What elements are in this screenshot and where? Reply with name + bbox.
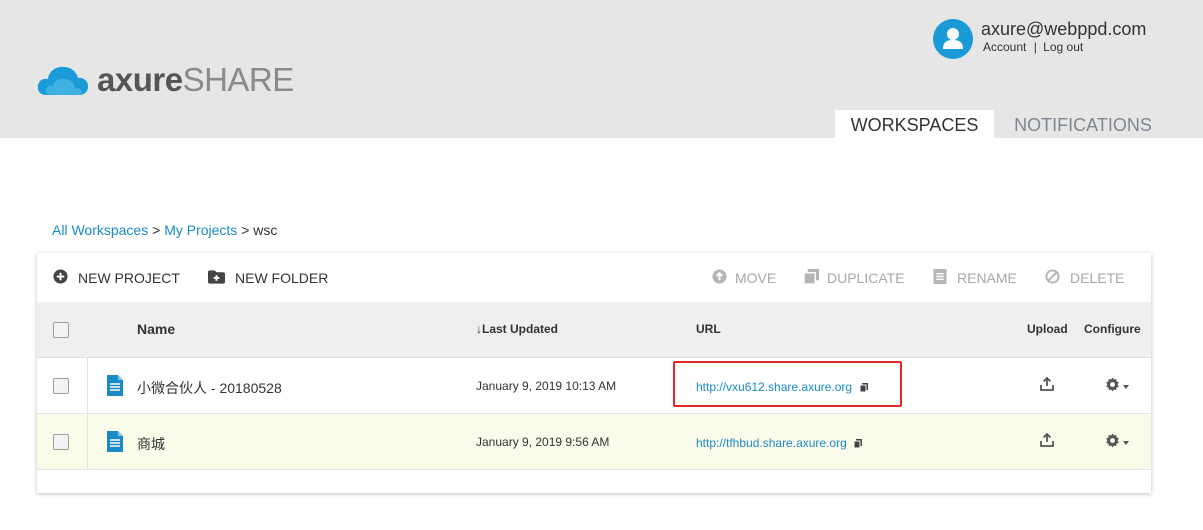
file-icon (107, 431, 123, 457)
cloud-logo-icon (37, 66, 89, 95)
rename-icon (933, 269, 947, 287)
delete-label: DELETE (1070, 270, 1125, 286)
row-divider (87, 358, 88, 413)
move-icon (712, 269, 727, 287)
new-project-button[interactable]: NEW PROJECT (53, 268, 180, 288)
new-project-label: NEW PROJECT (78, 270, 180, 286)
configure-gear-button[interactable] (1105, 433, 1129, 448)
project-url-link[interactable]: http://tfhbud.share.axure.org (696, 436, 847, 450)
projects-card: NEW PROJECT NEW FOLDER MOVE DUPLICATE RE… (37, 253, 1151, 493)
delete-button[interactable]: DELETE (1045, 268, 1124, 288)
table-header: Name ↓Last Updated URL Upload Configure (37, 302, 1151, 358)
axure-share-logo[interactable]: axureSHARE (37, 60, 294, 100)
table-row[interactable]: 小微合伙人 - 20180528 January 9, 2019 10:13 A… (37, 358, 1151, 414)
column-last-updated-label: Last Updated (482, 322, 559, 336)
project-last-updated: January 9, 2019 10:13 AM (476, 379, 617, 393)
breadcrumb: All Workspaces > My Projects > wsc (52, 222, 277, 238)
duplicate-icon (803, 269, 819, 287)
project-last-updated: January 9, 2019 9:56 AM (476, 435, 610, 449)
caret-down-icon (1123, 385, 1129, 389)
project-name[interactable]: 小微合伙人 - 20180528 (137, 378, 282, 398)
duplicate-label: DUPLICATE (827, 270, 905, 286)
column-name-header[interactable]: Name (137, 321, 175, 337)
breadcrumb-separator: > (152, 222, 161, 238)
delete-icon (1045, 269, 1060, 287)
logo-share-text: SHARE (182, 61, 295, 98)
user-links: Account | Log out (983, 40, 1083, 54)
breadcrumb-separator: > (241, 222, 250, 238)
column-configure-header: Configure (1084, 322, 1141, 336)
breadcrumb-current: wsc (253, 222, 278, 238)
duplicate-button[interactable]: DUPLICATE (803, 268, 905, 288)
logo-axure-text: axure (97, 61, 183, 98)
upload-icon[interactable] (1040, 376, 1054, 396)
file-icon (107, 375, 123, 401)
user-links-separator: | (1033, 40, 1037, 54)
logout-link[interactable]: Log out (1043, 40, 1083, 54)
gear-icon (1106, 377, 1119, 392)
select-all-checkbox[interactable] (53, 322, 69, 338)
upload-icon[interactable] (1040, 432, 1054, 452)
user-avatar-icon (943, 28, 963, 49)
configure-gear-button[interactable] (1105, 377, 1129, 392)
column-url-header: URL (696, 322, 721, 336)
account-link[interactable]: Account (983, 40, 1026, 54)
row-checkbox[interactable] (53, 378, 69, 394)
rename-button[interactable]: RENAME (933, 268, 1017, 288)
breadcrumb-all-workspaces[interactable]: All Workspaces (52, 222, 148, 238)
column-upload-header: Upload (1027, 322, 1068, 336)
top-header: axureSHARE axure@webppd.com Account | Lo… (0, 0, 1203, 138)
user-avatar[interactable] (933, 19, 973, 59)
gear-icon (1106, 433, 1119, 448)
column-last-updated-header[interactable]: ↓Last Updated (476, 322, 558, 336)
tab-workspaces[interactable]: WORKSPACES (835, 110, 994, 138)
caret-down-icon (1123, 441, 1129, 445)
tab-notifications[interactable]: NOTIFICATIONS (1000, 110, 1166, 138)
toolbar: NEW PROJECT NEW FOLDER MOVE DUPLICATE RE… (37, 253, 1151, 302)
new-folder-button[interactable]: NEW FOLDER (208, 268, 328, 288)
logo-wordmark: axureSHARE (97, 60, 294, 100)
url-highlight-box (673, 361, 902, 407)
move-button[interactable]: MOVE (712, 268, 776, 288)
user-email: axure@webppd.com (981, 19, 1147, 39)
move-label: MOVE (735, 270, 777, 286)
plus-circle-icon (53, 269, 68, 287)
breadcrumb-my-projects[interactable]: My Projects (164, 222, 237, 238)
folder-plus-icon (208, 269, 225, 287)
table-row[interactable]: 商城 January 9, 2019 9:56 AM http://tfhbud… (37, 414, 1151, 470)
rename-label: RENAME (957, 270, 1017, 286)
row-checkbox[interactable] (53, 434, 69, 450)
row-divider (87, 414, 88, 469)
project-name[interactable]: 商城 (137, 434, 165, 454)
copy-icon[interactable] (853, 435, 862, 453)
new-folder-label: NEW FOLDER (235, 270, 329, 286)
